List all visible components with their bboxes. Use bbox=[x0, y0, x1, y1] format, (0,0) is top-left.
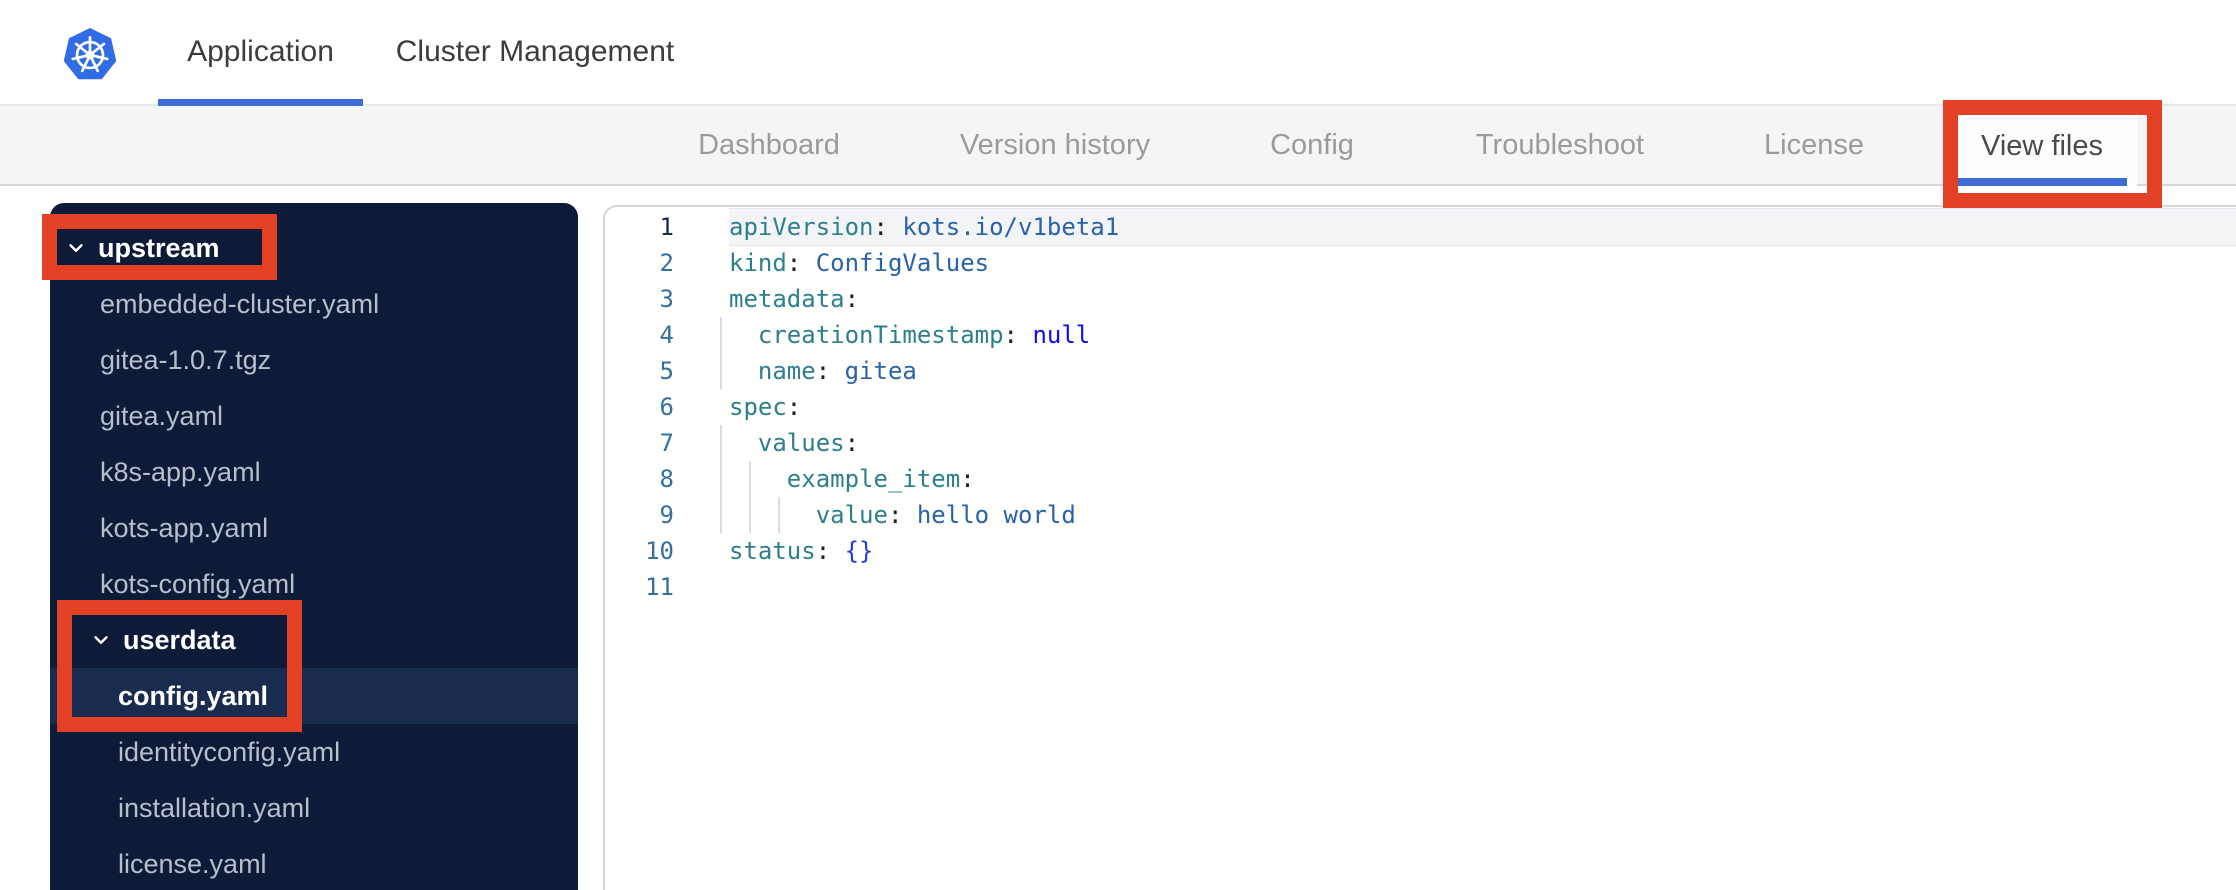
code-content: name: gitea bbox=[674, 353, 2236, 389]
line-number: 10 bbox=[645, 537, 674, 565]
code-line-9[interactable]: 9 value: hello world bbox=[605, 497, 2236, 533]
tree-item-label: embedded-cluster.yaml bbox=[100, 288, 380, 319]
tree-file-embedded-cluster.yaml[interactable]: embedded-cluster.yaml bbox=[50, 276, 578, 332]
line-number: 3 bbox=[659, 285, 674, 313]
file-tree-sidebar: upstream embedded-cluster.yaml gitea-1.0.7… bbox=[50, 203, 578, 890]
indent-guide bbox=[720, 425, 722, 461]
code-line-7[interactable]: 7 values: bbox=[605, 425, 2236, 461]
tree-file-license.yaml[interactable]: license.yaml bbox=[50, 836, 578, 890]
line-number: 8 bbox=[659, 465, 674, 493]
code-line-8[interactable]: 8 example_item: bbox=[605, 461, 2236, 497]
tree-item-label: gitea.yaml bbox=[100, 400, 224, 431]
code-content bbox=[674, 569, 2236, 605]
indent-guide bbox=[720, 497, 722, 533]
code-line-1[interactable]: 1 apiVersion: kots.io/v1beta1 bbox=[605, 209, 2236, 245]
subnav-tab-license[interactable]: License bbox=[1764, 106, 1864, 184]
tree-item-label: config.yaml bbox=[118, 680, 269, 711]
indent-guide bbox=[720, 317, 722, 353]
topbar-tab-cluster-management[interactable]: Cluster Management bbox=[390, 0, 680, 104]
tree-item-label: userdata bbox=[123, 624, 236, 655]
tree-item-label: kots-config.yaml bbox=[100, 568, 296, 599]
indent-guide bbox=[720, 461, 722, 497]
code-line-3[interactable]: 3 metadata: bbox=[605, 281, 2236, 317]
tree-item-label: identityconfig.yaml bbox=[118, 736, 341, 767]
tree-file-gitea-1.0.7.tgz[interactable]: gitea-1.0.7.tgz bbox=[50, 332, 578, 388]
indent-guide bbox=[778, 497, 780, 533]
yaml-file-viewer[interactable]: 1 apiVersion: kots.io/v1beta1 2 kind: Confi… bbox=[603, 205, 2236, 890]
subnav-tab-troubleshoot[interactable]: Troubleshoot bbox=[1476, 106, 1644, 184]
tree-file-gitea.yaml[interactable]: gitea.yaml bbox=[50, 388, 578, 444]
chevron-down-icon bbox=[65, 237, 87, 259]
tree-item-label: gitea-1.0.7.tgz bbox=[100, 344, 272, 375]
line-number: 11 bbox=[645, 573, 674, 601]
topbar-tab-application[interactable]: Application bbox=[158, 0, 363, 106]
code-line-11[interactable]: 11 bbox=[605, 569, 2236, 605]
code-line-10[interactable]: 10 status: {} bbox=[605, 533, 2236, 569]
top-bar: Application Cluster Management bbox=[0, 0, 2236, 106]
code-content: metadata: bbox=[729, 285, 860, 313]
indent-guide bbox=[720, 353, 722, 389]
subnav-tab-dashboard[interactable]: Dashboard bbox=[698, 106, 840, 184]
code-content: creationTimestamp: null bbox=[674, 317, 2236, 353]
indent-guide bbox=[749, 461, 751, 497]
line-number: 9 bbox=[659, 501, 674, 529]
code-line-5[interactable]: 5 name: gitea bbox=[605, 353, 2236, 389]
line-number: 1 bbox=[659, 213, 674, 241]
kubernetes-logo-icon bbox=[63, 28, 117, 80]
code-content: values: bbox=[674, 425, 2236, 461]
kots-admin-console: Application Cluster Management Dashboard V… bbox=[0, 0, 2236, 890]
tree-file-k8s-app.yaml[interactable]: k8s-app.yaml bbox=[50, 444, 578, 500]
tree-folder-userdata[interactable]: userdata bbox=[50, 612, 578, 668]
tree-file-kots-app.yaml[interactable]: kots-app.yaml bbox=[50, 500, 578, 556]
line-number: 6 bbox=[659, 393, 674, 421]
tree-file-installation.yaml[interactable]: installation.yaml bbox=[50, 780, 578, 836]
code-content: example_item: bbox=[674, 461, 2236, 497]
code-content: value: hello world bbox=[674, 497, 2236, 533]
tree-item-label: kots-app.yaml bbox=[100, 512, 269, 543]
code-content: apiVersion: kots.io/v1beta1 bbox=[674, 209, 2236, 245]
chevron-down-icon bbox=[90, 629, 112, 651]
tree-item-label: upstream bbox=[98, 232, 220, 263]
code-line-6[interactable]: 6 spec: bbox=[605, 389, 2236, 425]
code-content: kind: ConfigValues bbox=[729, 249, 990, 277]
tree-item-label: installation.yaml bbox=[118, 792, 311, 823]
line-number: 4 bbox=[659, 321, 674, 349]
line-number: 2 bbox=[659, 249, 674, 277]
line-number: 5 bbox=[659, 357, 674, 385]
tree-item-label: license.yaml bbox=[118, 848, 267, 879]
tree-folder-upstream[interactable]: upstream bbox=[50, 220, 578, 276]
line-number: 7 bbox=[659, 429, 674, 457]
code-line-4[interactable]: 4 creationTimestamp: null bbox=[605, 317, 2236, 353]
code-content: status: {} bbox=[729, 537, 874, 565]
subnav-tab-view-files[interactable]: View files bbox=[1947, 106, 2137, 186]
tree-item-label: k8s-app.yaml bbox=[100, 456, 261, 487]
tree-file-config.yaml[interactable]: config.yaml bbox=[50, 668, 578, 724]
tree-file-kots-config.yaml[interactable]: kots-config.yaml bbox=[50, 556, 578, 612]
indent-guide bbox=[749, 497, 751, 533]
code-content: spec: bbox=[729, 393, 802, 421]
code-line-2[interactable]: 2 kind: ConfigValues bbox=[605, 245, 2236, 281]
subnav-tab-version-history[interactable]: Version history bbox=[960, 106, 1150, 184]
app-subnav: Dashboard Version history Config Troublesho… bbox=[0, 106, 2236, 186]
tree-file-identityconfig.yaml[interactable]: identityconfig.yaml bbox=[50, 724, 578, 780]
subnav-tab-config[interactable]: Config bbox=[1270, 106, 1354, 184]
